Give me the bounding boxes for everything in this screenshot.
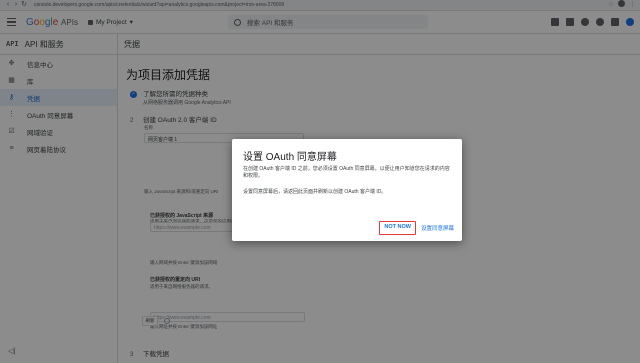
configure-consent-screen-button[interactable]: 设置同意屏幕: [421, 224, 454, 232]
dialog-paragraph-2: 设置同意屏幕后，请返回此页面并刷新以创建 OAuth 客户端 ID。: [243, 189, 387, 195]
dialog-title: 设置 OAuth 同意屏幕: [243, 152, 337, 163]
dialog-paragraph-1: 在创建 OAuth 客户端 ID 之前，您必须设置 OAuth 同意屏幕，以便让…: [243, 166, 450, 179]
not-now-button[interactable]: NOT NOW: [379, 221, 416, 235]
oauth-consent-dialog: 设置 OAuth 同意屏幕 在创建 OAuth 客户端 ID 之前，您必须设置 …: [232, 139, 462, 241]
